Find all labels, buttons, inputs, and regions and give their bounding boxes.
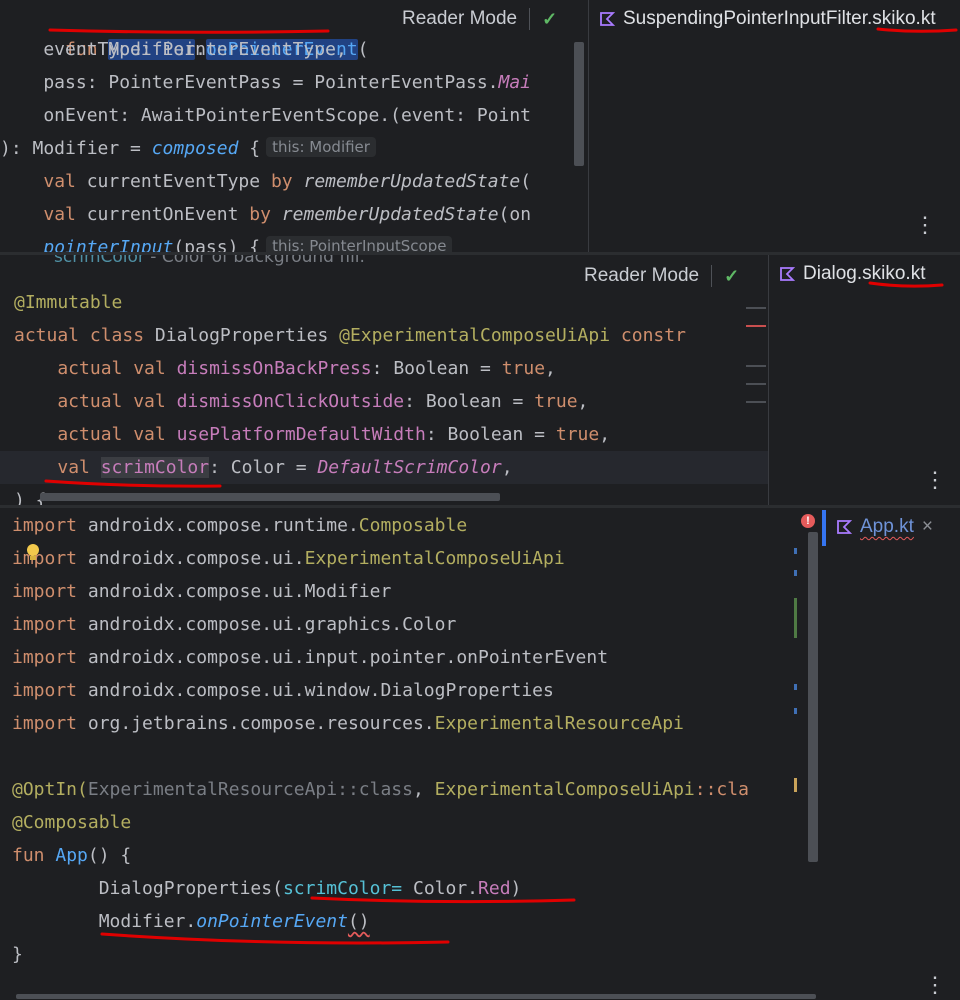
inlay-hint: this: Modifier bbox=[266, 137, 376, 157]
code-line: val currentEventType by rememberUpdatedS… bbox=[43, 171, 532, 192]
vertical-scrollbar[interactable] bbox=[574, 42, 584, 166]
annotation-underlines-2 bbox=[44, 281, 944, 488]
annotation-underlines-1 bbox=[48, 27, 958, 34]
underline-on-pointer-event bbox=[48, 28, 330, 34]
underline-skiko-kt bbox=[868, 281, 944, 288]
more-options-icon[interactable]: ⋮ bbox=[914, 214, 936, 236]
code-line: onEvent: AwaitPointerEventScope.(event: … bbox=[0, 105, 532, 126]
code-line: pass: PointerEventPass = PointerEventPas… bbox=[0, 72, 532, 93]
underline-on-pointer-event-call bbox=[100, 932, 450, 945]
underline-scrim-color bbox=[44, 479, 222, 488]
inlay-hint: this: PointerInputScope bbox=[266, 236, 453, 252]
underline-scrim-color-arg bbox=[310, 896, 576, 904]
annotation-underlines-3 bbox=[100, 896, 576, 945]
code-line: pointerInput(pass) {this: PointerInputSc… bbox=[0, 231, 453, 252]
code-line: val currentOnEvent by rememberUpdatedSta… bbox=[43, 204, 532, 225]
code-line: ): Modifier = composed {this: Modifier bbox=[0, 132, 376, 165]
underline-skiko-kt bbox=[876, 27, 958, 33]
